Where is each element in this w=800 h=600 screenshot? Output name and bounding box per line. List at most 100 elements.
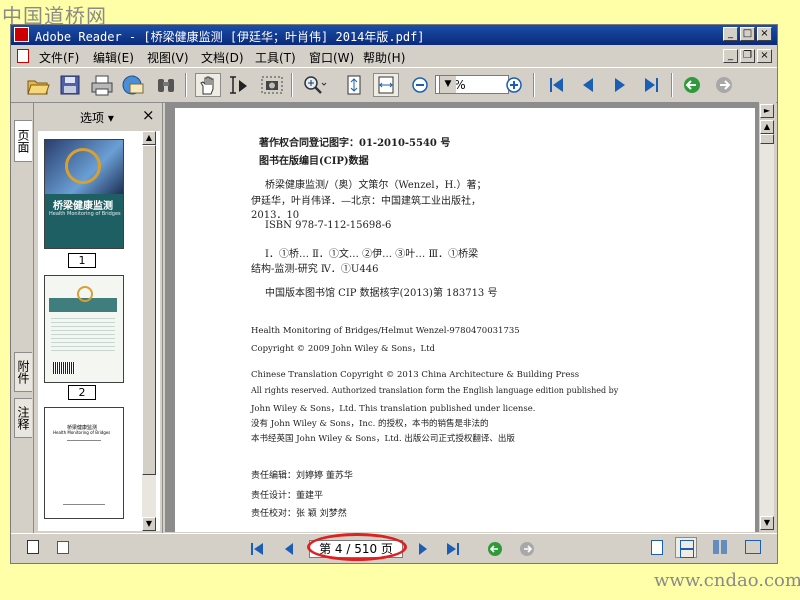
zoom-level-field[interactable]: 86% ▼ <box>435 75 509 94</box>
next-page-icon[interactable] <box>415 541 431 557</box>
menu-help[interactable]: 帮助(H) <box>363 49 405 66</box>
previous-page-icon[interactable] <box>575 73 601 97</box>
doc-line: 著作权合同登记图字：01-2010-5540 号 <box>259 138 451 149</box>
first-page-icon[interactable] <box>543 73 569 97</box>
doc-line: Copyright © 2009 John Wiley & Sons，Ltd <box>251 344 435 354</box>
first-page-icon[interactable] <box>249 541 265 557</box>
maximize-button[interactable]: □ <box>740 27 755 41</box>
status-bar: 第 4 / 510 页 <box>11 533 777 562</box>
chevron-down-icon[interactable]: ▼ <box>439 76 456 93</box>
menu-window[interactable]: 窗口(W) <box>309 49 354 66</box>
navigation-tabs: 页面 附件 注释 <box>11 102 33 532</box>
thumbnail-scrollbar[interactable]: ▲ ▼ <box>142 131 156 531</box>
doc-line: ISBN 978-7-112-15698-6 <box>265 220 392 231</box>
doc-line: 图书在版编目(CIP)数据 <box>259 156 369 167</box>
tab-pages[interactable]: 页面 <box>14 120 32 162</box>
watermark-bottom: www.cndao.com <box>654 570 800 591</box>
select-text-icon[interactable] <box>227 73 253 97</box>
facing-icon[interactable] <box>713 540 727 554</box>
cover-subtitle: Health Monitoring of Bridges <box>49 211 121 217</box>
search-binoculars-icon[interactable] <box>153 73 179 97</box>
document-properties-icon[interactable] <box>57 541 69 554</box>
go-back-icon[interactable] <box>679 73 705 97</box>
doc-line: 2013．10 <box>251 210 300 221</box>
tab-comments[interactable]: 注释 <box>14 398 32 438</box>
menu-edit[interactable]: 编辑(E) <box>93 49 134 66</box>
doc-line: Health Monitoring of Bridges/Helmut Wenz… <box>251 326 520 336</box>
orbit-ring-icon <box>65 148 101 184</box>
email-icon[interactable] <box>119 73 145 97</box>
thumbnail-page-2[interactable] <box>44 275 124 383</box>
pages-panel-header: 选项 ▾ × <box>34 103 162 127</box>
menu-bar: 文件(F) 编辑(E) 视图(V) 文档(D) 工具(T) 窗口(W) 帮助(H… <box>11 46 777 66</box>
go-forward-icon[interactable] <box>519 541 535 557</box>
scroll-thumb[interactable] <box>760 134 774 144</box>
last-page-icon[interactable] <box>639 73 665 97</box>
single-page-icon[interactable] <box>651 540 663 555</box>
cover-title: 桥梁健康监测 <box>53 201 113 212</box>
zoom-out-icon[interactable] <box>407 73 433 97</box>
window-title: Adobe Reader - [桥梁健康监测 [伊廷华；叶肖伟] 2014年版.… <box>35 30 425 44</box>
print-icon[interactable] <box>89 73 115 97</box>
orbit-ring-icon <box>77 286 93 302</box>
scroll-track[interactable] <box>760 144 774 516</box>
doc-line: John Wiley & Sons，Ltd. This translation … <box>251 404 536 414</box>
zoom-in-icon[interactable] <box>501 73 527 97</box>
thumbnail-page-number: 2 <box>68 385 96 400</box>
doc-line: 责任设计：董建平 <box>251 491 324 501</box>
doc-line: 没有 John Wiley & Sons，Inc. 的授权，本书的销售是非法的 <box>251 419 489 429</box>
thumbnail-page-number: 1 <box>68 253 96 268</box>
actual-size-icon[interactable] <box>341 73 367 97</box>
doc-line: Ⅰ．①桥… Ⅱ．①文… ②伊… ③叶… Ⅲ．①桥梁 <box>265 249 479 260</box>
hand-tool-icon[interactable] <box>195 73 221 97</box>
doc-line: 责任校对：张 颖 刘梦然 <box>251 509 347 519</box>
go-back-icon[interactable] <box>487 541 503 557</box>
scroll-thumb[interactable] <box>142 145 156 475</box>
menu-file[interactable]: 文件(F) <box>39 49 79 66</box>
doc-line: 伊廷华，叶肖伟译．—北京：中国建筑工业出版社， <box>251 196 481 207</box>
open-folder-icon[interactable] <box>25 73 51 97</box>
previous-page-icon[interactable] <box>281 541 297 557</box>
save-icon[interactable] <box>57 73 83 97</box>
last-page-icon[interactable] <box>445 541 461 557</box>
minimize-button[interactable]: _ <box>723 27 738 41</box>
page-layout-icon[interactable] <box>27 540 39 554</box>
doc-line: 中国版本图书馆 CIP 数据核字(2013)第 183713 号 <box>265 288 498 299</box>
doc-minimize-button[interactable]: _ <box>723 49 738 63</box>
thumbnail-page-1[interactable]: 桥梁健康监测 Health Monitoring of Bridges <box>44 139 124 249</box>
close-button[interactable]: × <box>757 27 772 41</box>
scroll-up-icon[interactable]: ▲ <box>760 120 774 134</box>
options-menu[interactable]: 选项 ▾ <box>80 109 114 126</box>
adobe-reader-window: Adobe Reader - [桥梁健康监测 [伊廷华；叶肖伟] 2014年版.… <box>10 24 778 564</box>
doc-restore-button[interactable]: ❐ <box>740 49 755 63</box>
document-view: 著作权合同登记图字：01-2010-5540 号 图书在版编目(CIP)数据 桥… <box>165 102 759 532</box>
close-panel-button[interactable]: × <box>142 106 155 124</box>
doc-line: 结构-监测-研究 Ⅳ．①U446 <box>251 264 379 275</box>
continuous-icon[interactable] <box>675 537 697 558</box>
menu-view[interactable]: 视图(V) <box>147 49 189 66</box>
doc-line: 桥梁健康监测/（奥）文策尔（Wenzel，H.）著； <box>265 180 487 191</box>
barcode <box>53 362 75 374</box>
tab-attachments[interactable]: 附件 <box>14 352 32 392</box>
scroll-down-icon[interactable]: ▼ <box>760 516 774 530</box>
continuous-facing-icon[interactable] <box>745 540 761 554</box>
scroll-up-icon[interactable]: ▲ <box>142 131 156 145</box>
back-cover-text-block <box>51 318 115 354</box>
thumb-publisher-line <box>63 504 105 505</box>
panel-arrow-icon[interactable]: ► <box>760 104 774 118</box>
snapshot-camera-icon[interactable] <box>259 73 285 97</box>
zoom-in-tool-icon[interactable] <box>301 73 327 97</box>
next-page-icon[interactable] <box>607 73 633 97</box>
scroll-down-icon[interactable]: ▼ <box>142 517 156 531</box>
thumbnail-page-3[interactable]: 桥梁健康监测 Health Monitoring of Bridges <box>44 407 124 519</box>
menu-tools[interactable]: 工具(T) <box>255 49 296 66</box>
doc-line: All rights reserved. Authorized translat… <box>251 386 619 395</box>
go-forward-icon[interactable] <box>711 73 737 97</box>
pdf-document-icon <box>17 49 29 63</box>
doc-close-button[interactable]: × <box>757 49 772 63</box>
document-scrollbar[interactable]: ► ▲ ▼ <box>759 102 776 532</box>
fit-width-icon[interactable] <box>373 73 399 97</box>
doc-line: 本书经英国 John Wiley & Sons，Ltd. 出版公司正式授权翻译、… <box>251 434 515 444</box>
menu-document[interactable]: 文档(D) <box>201 49 244 66</box>
doc-line: Chinese Translation Copyright © 2013 Chi… <box>251 370 580 380</box>
